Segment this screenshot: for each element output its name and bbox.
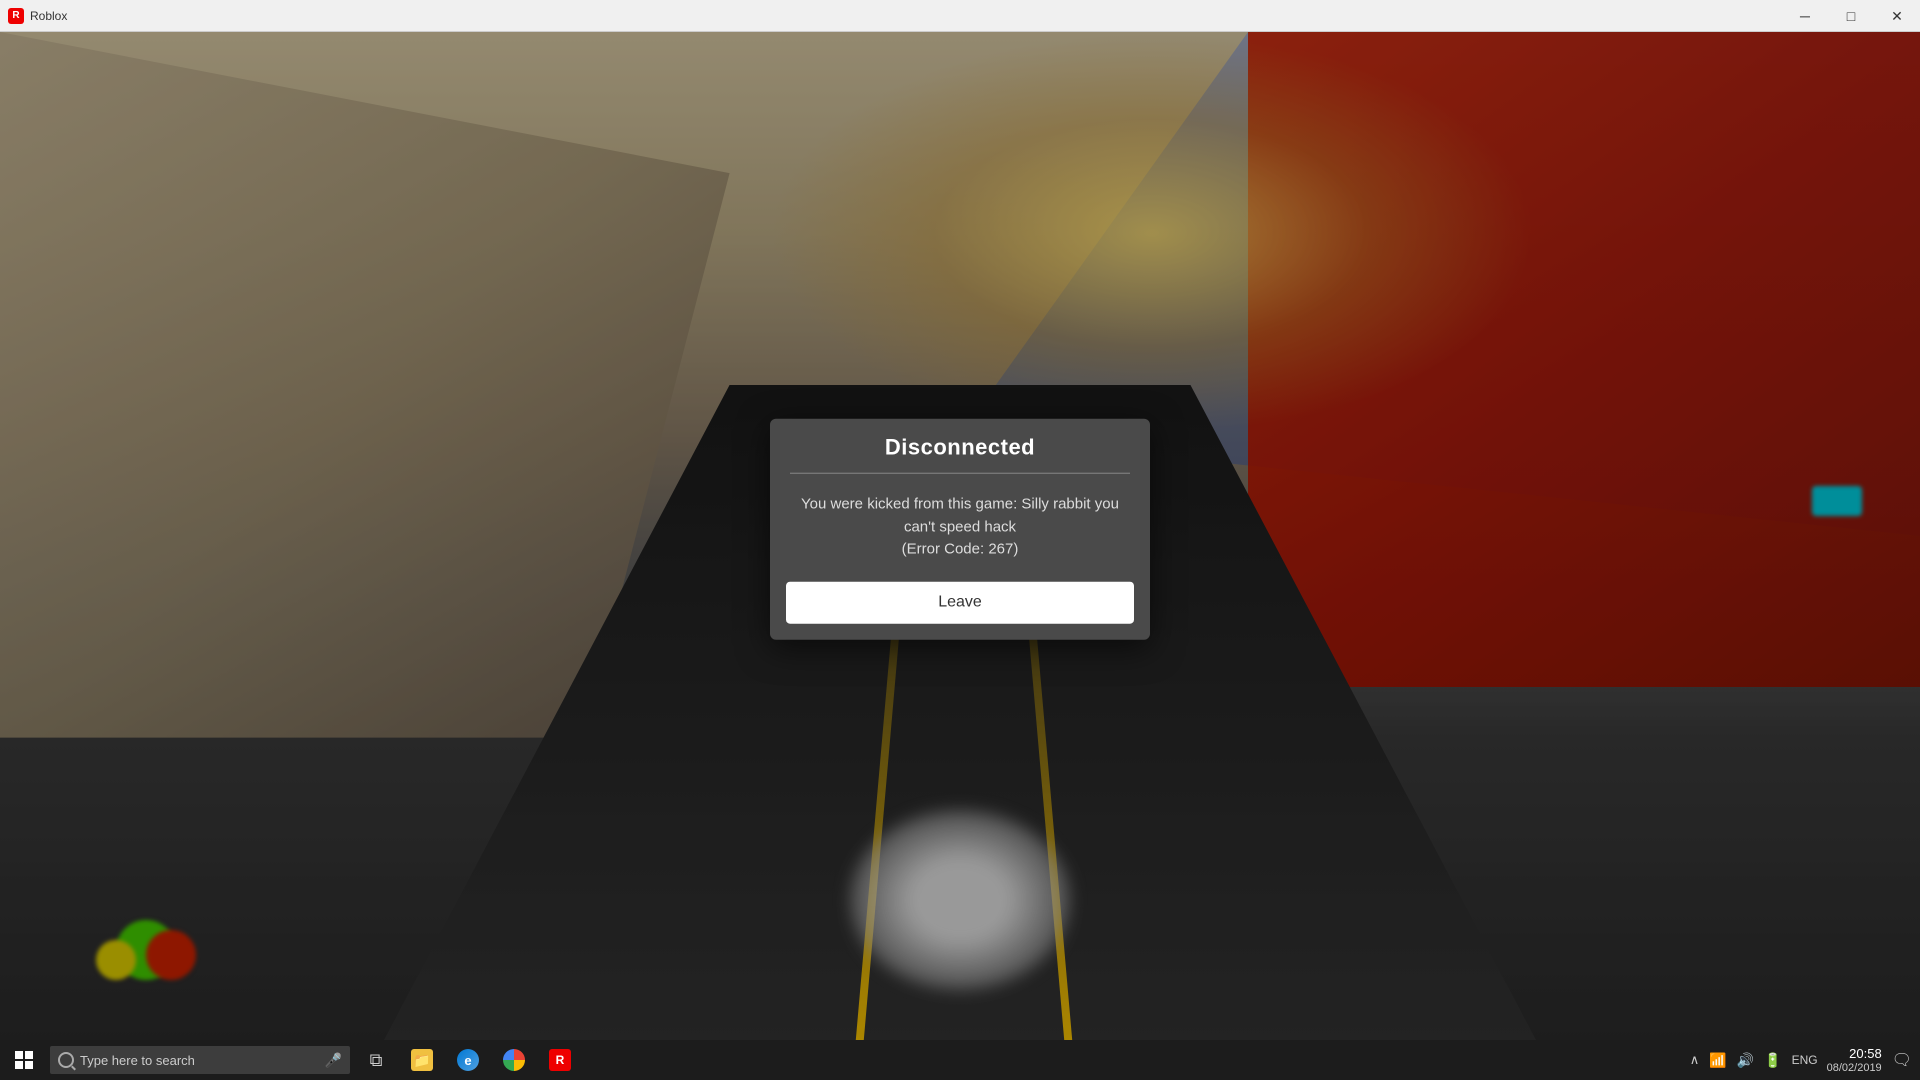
title-bar: R Roblox ─ □ ✕	[0, 0, 1920, 32]
tray-lang[interactable]: ENG	[1789, 1053, 1821, 1067]
clock-date: 08/02/2019	[1827, 1062, 1882, 1074]
dialog-footer: Leave	[770, 581, 1150, 639]
taskbar-chrome[interactable]	[492, 1040, 536, 1080]
roblox-icon: R	[549, 1049, 571, 1071]
clock[interactable]: 20:58 08/02/2019	[1827, 1046, 1882, 1074]
taskbar-edge[interactable]: e	[446, 1040, 490, 1080]
search-placeholder: Type here to search	[80, 1053, 195, 1068]
taskbar-task-view[interactable]: ⧉	[354, 1040, 398, 1080]
start-button[interactable]	[0, 1040, 48, 1080]
maximize-button[interactable]: □	[1828, 0, 1874, 32]
dialog-title: Disconnected	[885, 435, 1035, 460]
windows-icon	[15, 1051, 33, 1069]
search-bar[interactable]: Type here to search 🎤	[50, 1046, 350, 1074]
title-bar-app-icon: R	[8, 8, 24, 24]
taskbar-right: ∧ 📶 🔊 🔋 ENG 20:58 08/02/2019 🗨	[1687, 1046, 1920, 1074]
disconnect-dialog: Disconnected You were kicked from this g…	[770, 419, 1150, 639]
dialog-body: You were kicked from this game: Silly ra…	[770, 474, 1150, 581]
taskbar: Type here to search 🎤 ⧉ 📁 e R ∧ 📶 🔊 �	[0, 1040, 1920, 1080]
dialog-message: You were kicked from this game: Silly ra…	[801, 496, 1119, 535]
tray-battery[interactable]: 🔋	[1761, 1052, 1784, 1069]
task-view-icon: ⧉	[365, 1049, 387, 1071]
taskbar-icons: ⧉ 📁 e R	[354, 1040, 582, 1080]
leave-button[interactable]: Leave	[786, 581, 1134, 623]
notification-icon[interactable]: 🗨	[1892, 1050, 1912, 1070]
system-tray: ∧ 📶 🔊 🔋 ENG	[1687, 1052, 1821, 1069]
taskbar-file-explorer[interactable]: 📁	[400, 1040, 444, 1080]
title-bar-left: R Roblox	[0, 8, 67, 24]
tray-network[interactable]: 📶	[1706, 1052, 1729, 1069]
minimize-button[interactable]: ─	[1782, 0, 1828, 32]
clock-time: 20:58	[1827, 1046, 1882, 1062]
chrome-icon	[503, 1049, 525, 1071]
search-icon	[58, 1052, 74, 1068]
tray-volume[interactable]: 🔊	[1734, 1052, 1757, 1069]
edge-icon: e	[457, 1049, 479, 1071]
tray-expand[interactable]: ∧	[1687, 1052, 1703, 1068]
dialog-error-code: (Error Code: 267)	[902, 541, 1019, 558]
title-bar-title: Roblox	[30, 9, 67, 23]
file-explorer-icon: 📁	[411, 1049, 433, 1071]
dialog-header: Disconnected	[770, 419, 1150, 473]
title-bar-controls: ─ □ ✕	[1782, 0, 1920, 31]
taskbar-roblox[interactable]: R	[538, 1040, 582, 1080]
close-button[interactable]: ✕	[1874, 0, 1920, 32]
mic-icon[interactable]: 🎤	[325, 1052, 342, 1069]
